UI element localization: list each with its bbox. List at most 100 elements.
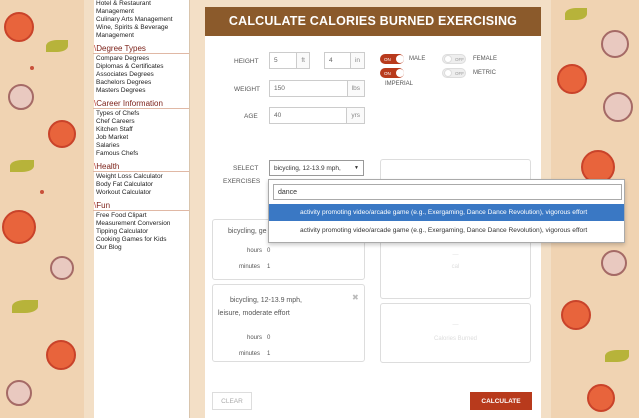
age-field[interactable]: 40 yrs [269, 107, 365, 124]
female-toggle[interactable]: OFF [442, 54, 466, 64]
leaf-illustration [10, 160, 34, 172]
weight-field[interactable]: 150 lbs [269, 80, 365, 97]
sidebar-link[interactable]: Management [96, 8, 189, 16]
toggle-knob [396, 69, 404, 77]
sidebar-link[interactable]: Bachelors Degrees [96, 79, 189, 87]
female-label: FEMALE [473, 56, 498, 62]
section-title: Fun [96, 201, 111, 210]
tomato-illustration [48, 120, 76, 148]
exercise-name: bicycling, 12-13.9 mph, [230, 297, 302, 304]
clear-button[interactable]: CLEAR [212, 392, 252, 410]
onion-illustration [6, 380, 32, 406]
tomato-illustration [4, 12, 34, 42]
dropdown-option[interactable]: activity promoting video/arcade game (e.… [269, 222, 624, 239]
onion-illustration [8, 84, 34, 110]
imperial-label: IMPERIAL [385, 81, 414, 87]
tomato-illustration [2, 210, 36, 244]
height-feet-field[interactable]: 5 ft [269, 52, 310, 69]
sidebar-link[interactable]: Culinary Arts Management [96, 16, 189, 24]
sidebar-section-heading: \Fun [93, 201, 189, 211]
sidebar-section-heading: \Career Information [93, 99, 189, 109]
sidebar-link[interactable]: Kitchen Staff [96, 126, 189, 134]
leaf-illustration [12, 300, 38, 313]
select-exercises-label-1: SELECT [233, 165, 259, 172]
age-label: AGE [244, 113, 258, 120]
onion-illustration [601, 30, 629, 58]
age-value: 40 [274, 112, 282, 119]
sidebar-link[interactable]: Diplomas & Certificates [96, 63, 189, 71]
result-placeholder: — [452, 322, 459, 328]
hours-value[interactable]: 0 [267, 335, 270, 341]
hours-value[interactable]: 0 [267, 248, 270, 254]
imperial-toggle[interactable]: ON [380, 68, 404, 78]
sidebar-link[interactable]: Cooking Games for Kids [96, 236, 189, 244]
sidebar-link[interactable]: Hotel & Restaurant [96, 0, 189, 8]
result-box-burned: — Calories Burned [380, 303, 531, 363]
sidebar-link[interactable]: Management [96, 32, 189, 40]
metric-label: METRIC [473, 70, 496, 76]
result-placeholder: — [452, 252, 459, 258]
unit-in: in [349, 53, 364, 68]
sidebar-link[interactable]: Tipping Calculator [96, 228, 189, 236]
toggle-on-text: ON [384, 56, 391, 62]
dropdown-search-value: dance [278, 188, 298, 196]
sidebar-link[interactable]: Compare Degrees [96, 55, 189, 63]
minutes-value[interactable]: 1 [267, 351, 270, 357]
exercise-select[interactable]: bicycling, 12-13.9 mph, ▼ [269, 160, 364, 176]
sidebar-link[interactable]: Measurement Conversion [96, 220, 189, 228]
hours-label: hours [247, 248, 263, 254]
male-toggle[interactable]: ON [380, 54, 404, 64]
dot-decoration [40, 190, 44, 194]
height-inches-field[interactable]: 4 in [324, 52, 365, 69]
exercise-name: bicycling, ge [228, 228, 267, 235]
unit-lbs: lbs [346, 81, 364, 96]
onion-illustration [603, 92, 633, 122]
sidebar-link[interactable]: Salaries [96, 142, 189, 150]
leaf-illustration [46, 40, 68, 52]
sidebar-link[interactable]: Weight Loss Calculator [96, 173, 189, 181]
toggle-knob [396, 55, 404, 63]
leaf-illustration [565, 8, 587, 20]
sidebar-link[interactable]: Associates Degrees [96, 71, 189, 79]
minutes-label: minutes [239, 264, 261, 270]
sidebar-link[interactable]: Masters Degrees [96, 87, 189, 95]
sidebar-link[interactable]: Wine, Spirits & Beverage [96, 24, 189, 32]
unit-ft: ft [296, 53, 309, 68]
calculate-button[interactable]: CALCULATE [470, 392, 532, 410]
dot-decoration [30, 66, 34, 70]
sidebar-link[interactable]: Our Blog [96, 244, 189, 252]
weight-label: WEIGHT [234, 86, 260, 93]
sidebar-section-heading: \Degree Types [93, 44, 189, 54]
sidebar-link[interactable]: Job Market [96, 134, 189, 142]
tomato-illustration [587, 384, 615, 412]
minutes-value[interactable]: 1 [267, 264, 270, 270]
dropdown-option[interactable]: activity promoting video/arcade game (e.… [269, 204, 624, 221]
onion-illustration [601, 250, 627, 276]
height-inches-value: 4 [329, 57, 333, 64]
sidebar-link[interactable]: Types of Chefs [96, 110, 189, 118]
exercise-effort: leisure, moderate effort [218, 310, 290, 317]
sidebar-link[interactable]: Workout Calculator [96, 189, 189, 197]
weight-value: 150 [274, 85, 285, 92]
tomato-illustration [557, 64, 587, 94]
sidebar-link[interactable]: Free Food Clipart [96, 212, 189, 220]
minutes-label: minutes [239, 351, 261, 357]
sidebar-link[interactable]: Chef Careers [96, 118, 189, 126]
sidebar-link[interactable]: Body Fat Calculator [96, 181, 189, 189]
section-title: Career Information [96, 99, 163, 108]
section-title: Degree Types [96, 44, 146, 53]
tomato-illustration [561, 300, 591, 330]
page-title: CALCULATE CALORIES BURNED EXERCISING [205, 7, 541, 36]
select-exercises-label-2: EXERCISES [223, 178, 261, 185]
exercise-select-value: bicycling, 12-13.9 mph, [274, 164, 341, 172]
toggle-knob [444, 69, 452, 77]
section-title: Health [96, 162, 120, 171]
exercise-dropdown-menu: dance activity promoting video/arcade ga… [268, 179, 625, 243]
height-feet-value: 5 [274, 57, 278, 64]
metric-toggle[interactable]: OFF [442, 68, 466, 78]
close-icon[interactable]: ✖ [352, 293, 359, 302]
sidebar-link[interactable]: Famous Chefs [96, 150, 189, 158]
hours-label: hours [247, 335, 263, 341]
dropdown-search-input[interactable]: dance [273, 184, 622, 200]
unit-yrs: yrs [346, 108, 364, 123]
